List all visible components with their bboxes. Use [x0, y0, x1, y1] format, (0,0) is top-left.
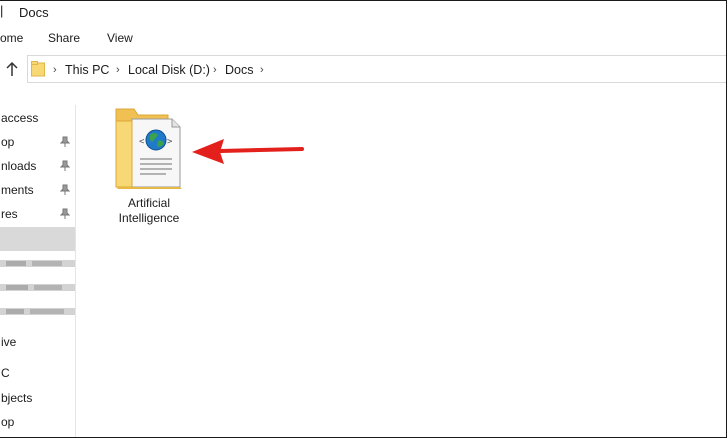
nav-item-label: ive: [1, 335, 17, 349]
chevron-right-icon[interactable]: ›: [260, 64, 264, 76]
folder-icon: [31, 61, 45, 77]
svg-text:>: >: [167, 137, 173, 147]
chevron-right-icon[interactable]: ›: [213, 64, 217, 76]
nav-item-pictures[interactable]: res: [0, 204, 75, 226]
file-list: < > Artificial Intelligence: [76, 85, 726, 437]
pin-icon: [60, 136, 70, 147]
ribbon-tabs: ome Share View: [0, 27, 726, 47]
explorer-window: | Docs ome Share View › This PC › Local: [0, 0, 727, 438]
blurred-label: [0, 284, 75, 291]
address-row: › This PC › Local Disk (D:) › Docs ›: [0, 53, 726, 85]
nav-item-blurred[interactable]: [0, 301, 75, 323]
nav-item-label: nloads: [1, 159, 37, 173]
nav-item-downloads[interactable]: nloads: [0, 156, 75, 178]
pin-icon: [60, 208, 70, 219]
nav-item-label: res: [1, 207, 18, 221]
nav-item-desktop-pc[interactable]: op: [0, 412, 75, 434]
folder-with-html-document-icon: < >: [115, 108, 182, 189]
title-bar: | Docs: [0, 1, 726, 25]
pin-icon: [60, 160, 70, 171]
nav-item-documents[interactable]: ments: [0, 180, 75, 202]
nav-item-blurred[interactable]: [0, 253, 75, 275]
chevron-right-icon[interactable]: ›: [53, 64, 57, 76]
title-separator: |: [0, 3, 4, 18]
tab-view[interactable]: View: [107, 31, 133, 45]
folder-label: Artificial Intelligence: [118, 196, 180, 225]
tab-home[interactable]: ome: [0, 31, 23, 45]
nav-item-label: op: [1, 415, 15, 429]
nav-item-label: bjects: [1, 391, 33, 405]
blurred-label: [0, 260, 75, 267]
navigation-pane: access op nloads ments res ive C bjects …: [0, 105, 76, 437]
nav-item-label: access: [1, 111, 39, 125]
breadcrumb-this-pc[interactable]: This PC: [65, 63, 109, 77]
address-bar[interactable]: › This PC › Local Disk (D:) › Docs ›: [27, 55, 726, 83]
blurred-label: [0, 308, 75, 315]
nav-item-3d-objects[interactable]: bjects: [0, 388, 75, 410]
nav-item-label: op: [1, 135, 15, 149]
nav-item-onedrive[interactable]: ive: [0, 332, 75, 354]
breadcrumb-local-disk[interactable]: Local Disk (D:): [128, 63, 210, 77]
pin-icon: [60, 184, 70, 195]
svg-text:<: <: [139, 137, 145, 147]
nav-item-blurred[interactable]: [0, 277, 75, 299]
nav-item-desktop[interactable]: op: [0, 132, 75, 154]
red-arrow-icon: [192, 139, 304, 164]
nav-item-label: C: [1, 366, 10, 380]
nav-item-selected[interactable]: [0, 227, 75, 251]
up-arrow-icon[interactable]: [4, 60, 20, 78]
folder-item-artificial-intelligence[interactable]: < > Artificial Intelligence: [106, 101, 192, 231]
nav-item-quick-access[interactable]: access: [0, 108, 75, 130]
window-title: Docs: [19, 5, 49, 20]
breadcrumb-docs[interactable]: Docs: [225, 63, 253, 77]
chevron-right-icon[interactable]: ›: [116, 64, 120, 76]
tab-share[interactable]: Share: [48, 31, 80, 45]
nav-item-label: ments: [1, 183, 34, 197]
nav-item-this-pc[interactable]: C: [0, 363, 75, 385]
